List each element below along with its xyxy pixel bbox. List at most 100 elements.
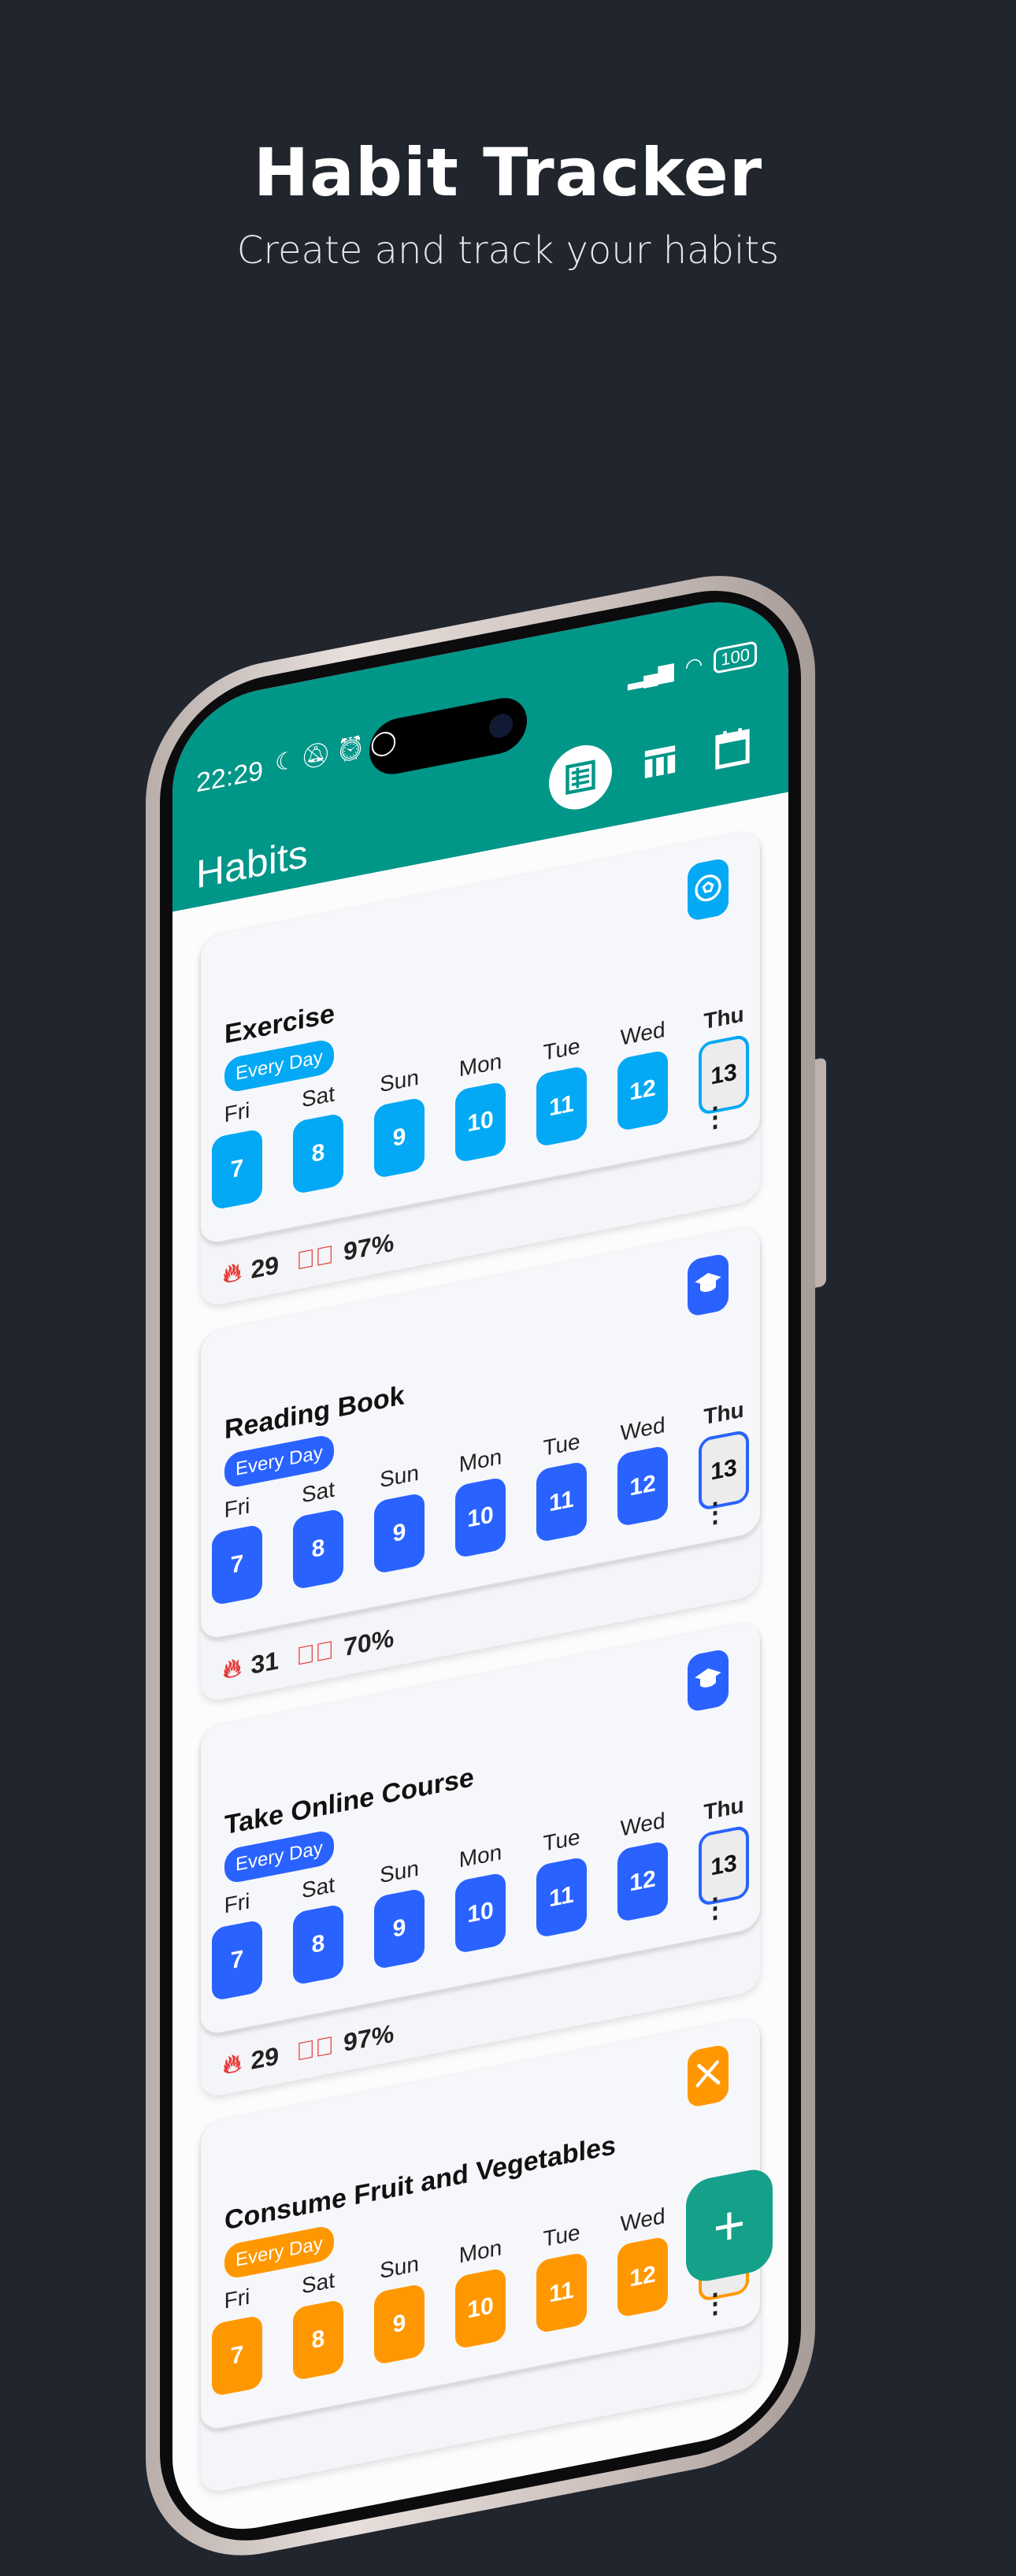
day-column: Sat 8 bbox=[293, 1079, 343, 1195]
day-column: Tue 11 bbox=[536, 1427, 587, 1543]
day-checkbox[interactable]: 12 bbox=[617, 2236, 668, 2318]
list-view-button[interactable] bbox=[549, 739, 612, 815]
fork-knife-icon bbox=[692, 2055, 724, 2097]
day-label: Wed bbox=[620, 1412, 666, 1446]
calendar-view-button[interactable] bbox=[708, 718, 757, 777]
list-view-icon bbox=[565, 759, 595, 796]
day-column: Mon 10 bbox=[455, 1048, 506, 1164]
flame-icon: 🔥︎ bbox=[223, 2047, 242, 2080]
day-checkbox[interactable]: 10 bbox=[455, 1476, 506, 1559]
more-options-icon[interactable]: ⋮ bbox=[702, 1494, 729, 1531]
habit-card[interactable]: Exercise Every Day Fri 7 Sat 8 Sun 9 Mon… bbox=[201, 829, 760, 1308]
day-checkbox[interactable]: 12 bbox=[617, 1445, 668, 1527]
day-checkbox[interactable]: 10 bbox=[455, 1872, 506, 1954]
status-right: ▂▄▆ ◠ 100 bbox=[628, 640, 757, 691]
habit-icon-button[interactable] bbox=[688, 1648, 729, 1713]
day-column: Fri 7 bbox=[212, 1490, 262, 1606]
day-checkbox[interactable]: 9 bbox=[374, 1492, 425, 1575]
add-habit-button[interactable]: + bbox=[686, 2166, 773, 2285]
day-column: Wed 12 bbox=[617, 2203, 668, 2318]
day-checkbox[interactable]: 7 bbox=[212, 1919, 262, 2002]
battery-icon: 100 bbox=[714, 640, 757, 674]
day-label: Thu bbox=[703, 1397, 744, 1430]
day-column: Sun 9 bbox=[374, 1063, 425, 1179]
day-column: Sun 9 bbox=[374, 1854, 425, 1970]
day-column: Fri 7 bbox=[212, 1886, 262, 2002]
day-checkbox[interactable]: 8 bbox=[293, 1903, 343, 1986]
streak-count: 29 bbox=[250, 1249, 280, 1284]
day-checkbox[interactable]: 10 bbox=[455, 2267, 506, 2350]
day-column: Tue 11 bbox=[536, 2218, 587, 2334]
more-options-icon[interactable]: ⋮ bbox=[702, 2285, 729, 2322]
day-label: Tue bbox=[543, 1824, 580, 1856]
view-switcher bbox=[549, 711, 757, 815]
day-column: Sat 8 bbox=[293, 1870, 343, 1986]
day-column: Sat 8 bbox=[293, 1475, 343, 1591]
more-options-icon[interactable]: ⋮ bbox=[702, 1099, 729, 1136]
habit-card[interactable]: Consume Fruit and Vegetables Every Day F… bbox=[201, 2015, 760, 2495]
habit-icon-button[interactable] bbox=[688, 1253, 729, 1318]
habit-name: Consume Fruit and Vegetables bbox=[224, 2129, 616, 2236]
day-checkbox[interactable]: 12 bbox=[617, 1049, 668, 1132]
day-label: Fri bbox=[224, 1888, 250, 1918]
day-label: Sat bbox=[301, 1081, 336, 1112]
whatsapp-icon: ◯ bbox=[370, 726, 402, 759]
day-checkbox[interactable]: 8 bbox=[293, 2299, 343, 2381]
habit-icon-button[interactable] bbox=[688, 857, 729, 922]
day-column: Mon 10 bbox=[455, 1839, 506, 1954]
flame-icon: 🔥︎ bbox=[223, 1256, 242, 1289]
completion-rate: 97% bbox=[343, 1227, 395, 1266]
day-checkbox[interactable]: 10 bbox=[455, 1081, 506, 1164]
day-checkbox[interactable]: 9 bbox=[374, 1097, 425, 1179]
graduation-cap-icon bbox=[692, 1660, 724, 1702]
day-checkbox[interactable]: 11 bbox=[536, 1856, 587, 1939]
habit-icon-button[interactable] bbox=[688, 2043, 729, 2109]
signal-icon: ▂▄▆ bbox=[628, 657, 674, 690]
day-checkbox[interactable]: 11 bbox=[536, 1461, 587, 1543]
day-label: Sun bbox=[380, 1064, 419, 1097]
day-column: Tue 11 bbox=[536, 1823, 587, 1939]
day-label: Sat bbox=[301, 1476, 336, 1508]
day-checkbox[interactable]: 12 bbox=[617, 1840, 668, 1923]
day-column: Sun 9 bbox=[374, 2250, 425, 2366]
day-checkbox[interactable]: 11 bbox=[536, 1065, 587, 1148]
football-icon bbox=[692, 869, 724, 911]
habit-card[interactable]: Reading Book Every Day Fri 7 Sat 8 Sun 9… bbox=[201, 1224, 760, 1704]
phone-screen: 22:29 ☾🔕︎⏰︎◯ ▂▄▆ ◠ 100 Habits Exercise E… bbox=[172, 587, 788, 2544]
page-title: Habits bbox=[196, 831, 308, 897]
day-column: Mon 10 bbox=[455, 2234, 506, 2350]
completion-rate: 70% bbox=[343, 1623, 395, 1661]
habit-card-body: Exercise Every Day Fri 7 Sat 8 Sun 9 Mon… bbox=[201, 829, 760, 1247]
day-label: Sat bbox=[301, 1872, 336, 1903]
day-column: Fri 7 bbox=[212, 2281, 262, 2397]
day-label: Mon bbox=[458, 1839, 502, 1873]
day-column: Thu 13 bbox=[699, 1000, 749, 1116]
day-label: Thu bbox=[703, 1001, 744, 1034]
day-label: Wed bbox=[620, 1807, 666, 1841]
day-checkbox[interactable]: 7 bbox=[212, 2314, 262, 2397]
phone-frame: 22:29 ☾🔕︎⏰︎◯ ▂▄▆ ◠ 100 Habits Exercise E… bbox=[146, 555, 826, 2576]
flame-icon: 🔥︎ bbox=[223, 1652, 242, 1684]
day-checkbox[interactable]: 11 bbox=[536, 2251, 587, 2334]
day-checkbox[interactable]: 7 bbox=[212, 1524, 262, 1606]
day-checkbox[interactable]: 8 bbox=[293, 1112, 343, 1195]
more-options-icon[interactable]: ⋮ bbox=[702, 1890, 729, 1927]
check-circle-icon: ✓⃝ bbox=[296, 1635, 335, 1671]
habit-card[interactable]: Take Online Course Every Day Fri 7 Sat 8… bbox=[201, 1620, 760, 2099]
day-label: Tue bbox=[543, 2219, 580, 2251]
day-label: Sun bbox=[380, 1460, 419, 1493]
day-checkbox[interactable]: 9 bbox=[374, 1887, 425, 1970]
day-checkbox[interactable]: 8 bbox=[293, 1508, 343, 1591]
day-column: Thu 13 bbox=[699, 1791, 749, 1907]
day-label: Fri bbox=[224, 1097, 250, 1127]
day-label: Sun bbox=[380, 1855, 419, 1888]
alarm-icon: ⏰︎ bbox=[336, 732, 371, 766]
camera bbox=[489, 711, 513, 741]
check-circle-icon: ✓⃝ bbox=[296, 2030, 335, 2066]
day-checkbox[interactable]: 7 bbox=[212, 1128, 262, 1211]
grid-view-icon bbox=[644, 745, 676, 779]
day-checkbox[interactable]: 9 bbox=[374, 2283, 425, 2366]
hero-title: Habit Tracker bbox=[253, 134, 763, 211]
streak-count: 29 bbox=[250, 2040, 280, 2075]
grid-view-button[interactable] bbox=[636, 733, 684, 791]
